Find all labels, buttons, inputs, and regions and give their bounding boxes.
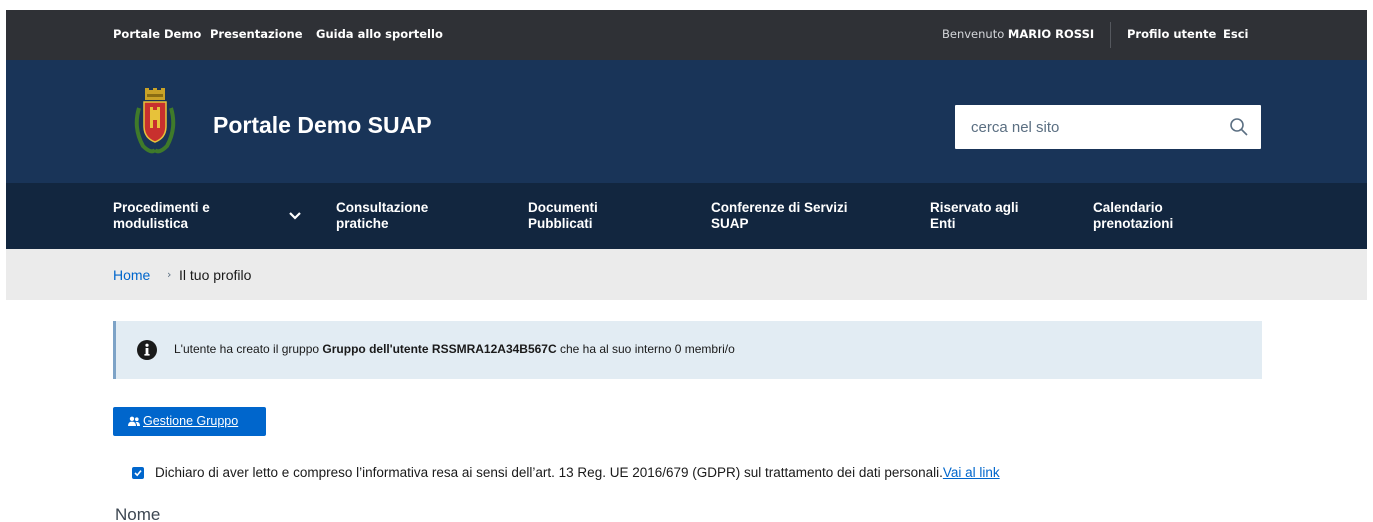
alert-message: L'utente ha creato il gruppo Gruppo dell… — [174, 342, 735, 356]
name-field-label: Nome — [115, 505, 161, 522]
nav-label-line1: Documenti — [528, 200, 598, 215]
nav-item-consultazione[interactable]: Consultazione pratiche — [336, 200, 428, 232]
nav-label-line1: Riservato agli — [930, 200, 1019, 215]
group-management-label: Gestione Gruppo — [143, 414, 239, 428]
privacy-link[interactable]: Vai al link — [943, 465, 1000, 480]
breadcrumb: Home › Il tuo profilo — [6, 249, 1367, 300]
welcome-prefix: Benvenuto — [942, 27, 1005, 41]
breadcrumb-current: Il tuo profilo — [179, 267, 252, 283]
nav-item-riservato[interactable]: Riservato agli Enti — [930, 200, 1019, 232]
profile-link[interactable]: Profilo utente — [1127, 27, 1216, 41]
nav-item-conferenze[interactable]: Conferenze di Servizi SUAP — [711, 200, 848, 232]
alert-text-after: che ha al suo interno 0 membri/o — [556, 342, 735, 356]
chevron-down-icon[interactable] — [288, 211, 302, 221]
logout-link[interactable]: Esci — [1223, 27, 1248, 41]
slim-link-guida[interactable]: Guida allo sportello — [316, 27, 443, 41]
consent-checkbox[interactable] — [132, 467, 144, 479]
nav-label-line1: Consultazione — [336, 200, 429, 215]
nav-label-line2: modulistica — [113, 216, 189, 231]
consent-statement: Dichiaro di aver letto e compreso l’info… — [155, 465, 943, 480]
consent-text: Dichiaro di aver letto e compreso l’info… — [155, 465, 1000, 480]
coat-of-arms-logo[interactable] — [133, 88, 177, 160]
info-alert: L'utente ha creato il gruppo Gruppo dell… — [113, 321, 1262, 379]
search-icon[interactable] — [1229, 117, 1249, 137]
nav-item-procedimenti[interactable]: Procedimenti e modulistica — [113, 200, 210, 232]
info-icon — [137, 340, 157, 360]
breadcrumb-separator: › — [167, 268, 172, 281]
main-nav: Procedimenti e modulistica Consultazione… — [6, 183, 1367, 249]
slim-link-portale-demo[interactable]: Portale Demo — [113, 27, 201, 41]
site-title[interactable]: Portale Demo SUAP — [213, 112, 432, 139]
nav-label-line2: pratiche — [336, 216, 389, 231]
breadcrumb-home[interactable]: Home — [113, 267, 150, 283]
group-management-button[interactable]: Gestione Gruppo — [113, 407, 266, 436]
slim-link-presentazione[interactable]: Presentazione — [210, 27, 303, 41]
search-box — [955, 105, 1261, 149]
slim-divider — [1110, 22, 1111, 48]
nav-label-line1: Conferenze di Servizi — [711, 200, 848, 215]
check-icon — [134, 470, 142, 477]
nav-label-line1: Procedimenti e — [113, 200, 210, 215]
nav-item-documenti[interactable]: Documenti Pubblicati — [528, 200, 598, 232]
search-input[interactable] — [955, 105, 1215, 149]
nav-label-line2: Pubblicati — [528, 216, 593, 231]
slim-header: Portale Demo Presentazione Guida allo sp… — [6, 10, 1367, 60]
alert-text-before: L'utente ha creato il gruppo — [174, 342, 323, 356]
nav-label-line1: Calendario — [1093, 200, 1163, 215]
users-icon — [128, 416, 140, 426]
welcome-text: Benvenuto MARIO ROSSI — [942, 27, 1094, 41]
user-name: MARIO ROSSI — [1007, 27, 1095, 41]
nav-label-line2: SUAP — [711, 216, 749, 231]
center-header: Portale Demo SUAP — [6, 60, 1367, 183]
nav-label-line2: prenotazioni — [1093, 216, 1174, 231]
alert-group-name: Gruppo dell'utente RSSMRA12A34B567C — [322, 342, 557, 356]
nav-label-line2: Enti — [930, 216, 956, 231]
nav-item-calendario[interactable]: Calendario prenotazioni — [1093, 200, 1173, 232]
